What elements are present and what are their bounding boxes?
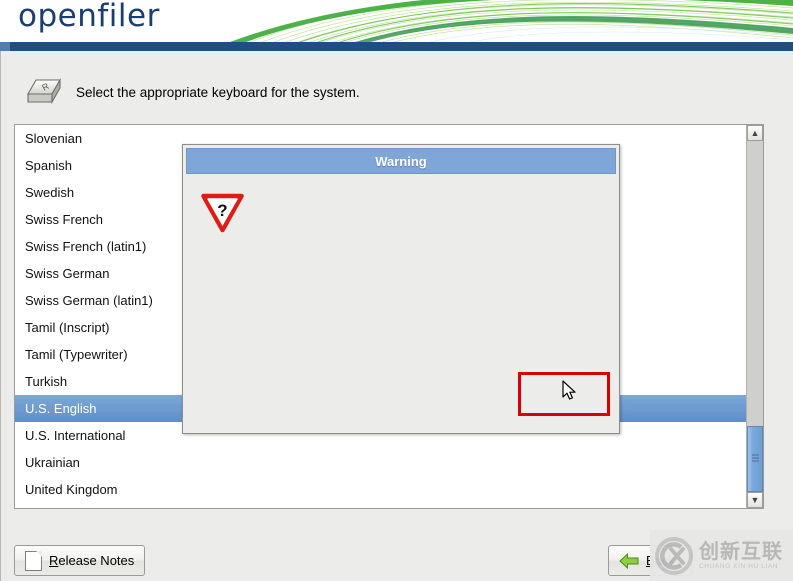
dialog-titlebar: Warning xyxy=(186,148,616,174)
warning-question-triangle-icon: ? xyxy=(200,191,245,233)
release-notes-label: Release Notes xyxy=(49,553,135,568)
left-arrow-icon xyxy=(619,552,639,569)
watermark-pinyin: CHUANG XIN HU LIAN xyxy=(699,562,779,570)
release-notes-button[interactable]: Release Notes xyxy=(14,545,146,576)
dialog-title: Warning xyxy=(375,153,427,169)
header-blue-bar-accent xyxy=(0,42,10,51)
chevron-down-icon: ▼ xyxy=(750,494,760,505)
list-item[interactable]: United Kingdom xyxy=(15,476,747,503)
watermark-chinese: 创新互联 xyxy=(699,538,783,563)
watermark-overlay: 创新互联 CHUANG XIN HU LIAN xyxy=(650,530,793,581)
header-blue-bar xyxy=(0,42,793,51)
page-title-row: R Select the appropriate keyboard for th… xyxy=(18,72,360,112)
scroll-down-button[interactable]: ▼ xyxy=(747,492,763,508)
scroll-up-button[interactable]: ▲ xyxy=(747,125,763,141)
list-item[interactable]: Ukrainian xyxy=(15,449,747,476)
header-banner: openfiler xyxy=(0,0,793,42)
watermark-text: 创新互联 CHUANG XIN HU LIAN xyxy=(699,540,783,572)
warning-dialog: Warning xyxy=(182,144,620,434)
page-title: Select the appropriate keyboard for the … xyxy=(76,84,360,100)
list-scrollbar[interactable]: ▲ ▼ xyxy=(746,125,763,508)
scrollbar-grip-icon xyxy=(752,454,759,464)
openfiler-logo: openfiler xyxy=(18,0,160,34)
scrollbar-thumb[interactable] xyxy=(747,426,763,492)
document-icon xyxy=(25,550,42,571)
mouse-cursor-icon xyxy=(562,380,576,400)
chevron-up-icon: ▲ xyxy=(750,127,760,138)
keyboard-key-icon: R xyxy=(18,72,66,112)
svg-text:?: ? xyxy=(217,201,227,220)
cx-circle-logo-icon xyxy=(655,536,693,575)
scrollbar-track[interactable] xyxy=(747,141,763,492)
